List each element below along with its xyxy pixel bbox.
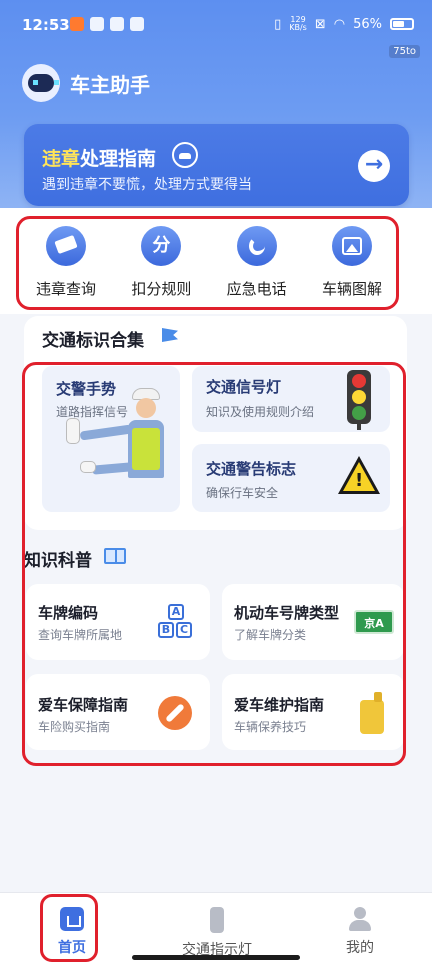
status-bar: 12:53 ▯ 129 KB/s ⊠ ◠ 56% (0, 0, 432, 44)
battery-percent: 56% (353, 16, 382, 32)
nav-profile[interactable]: 我的 (330, 893, 390, 957)
robot-mascot-icon (22, 64, 60, 102)
car-icon (172, 142, 198, 168)
crown-icon (90, 17, 104, 31)
vibrate-icon: ▯ (274, 16, 282, 32)
home-indicator (132, 955, 300, 960)
sim-icon: ⊠ (314, 16, 326, 32)
corner-tag: 75to (389, 45, 420, 58)
battery-icon (390, 18, 414, 30)
annotation-box-quick-actions (16, 216, 399, 310)
status-time: 12:53 (22, 16, 70, 34)
app-title: 车主助手 (70, 72, 150, 97)
wifi-icon: ◠ (333, 16, 346, 32)
banner-title: 违章处理指南 (42, 148, 157, 170)
notification-icons (70, 17, 144, 31)
traffic-signs-title: 交通标识合集 (42, 331, 144, 351)
banner-arrow-button[interactable]: → (358, 150, 390, 182)
nav-label: 我的 (346, 940, 374, 956)
annotation-box-home (40, 894, 98, 962)
annotation-box-content (22, 362, 406, 766)
traffic-light-nav-icon (210, 907, 224, 933)
app-notification-icon (70, 17, 84, 31)
nav-traffic-lights[interactable]: 交通指示灯 (172, 893, 262, 959)
link-icon (130, 17, 144, 31)
app-title-row: 车主助手 (22, 64, 150, 102)
status-right-group: ▯ 129 KB/s ⊠ ◠ 56% (274, 16, 414, 32)
network-speed: 129 KB/s (289, 15, 307, 32)
banner-subtitle: 遇到违章不要慌，处理方式要得当 (42, 177, 252, 193)
tiktok-icon (110, 17, 124, 31)
user-icon (348, 907, 372, 931)
violation-guide-banner[interactable]: 违章处理指南 遇到违章不要慌，处理方式要得当 → (24, 124, 409, 206)
